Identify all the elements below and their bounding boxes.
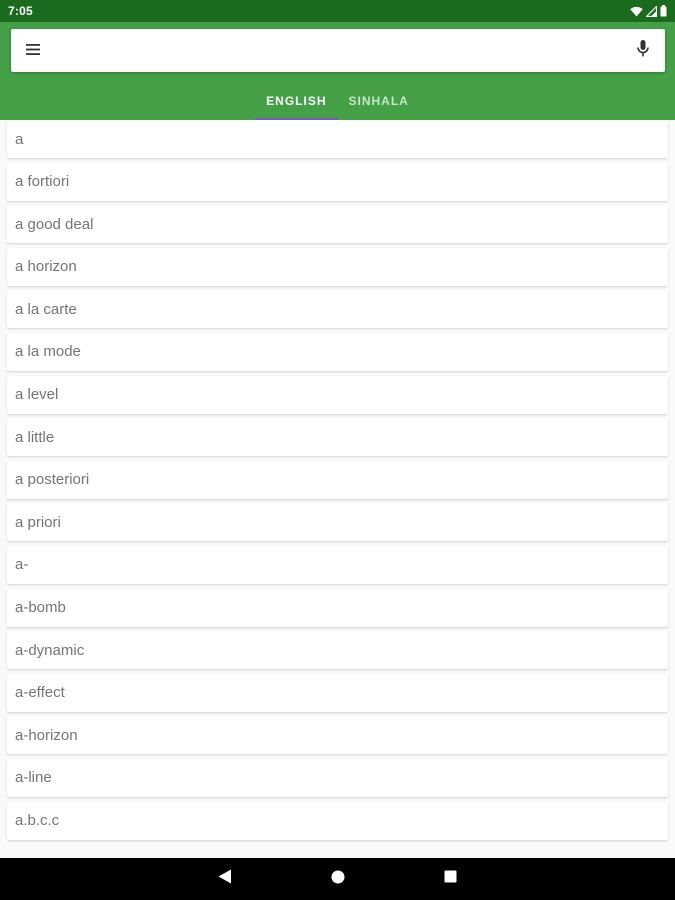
recents-icon <box>444 870 457 888</box>
mic-button[interactable] <box>621 29 665 72</box>
list-item[interactable]: a-line <box>7 758 668 797</box>
word-label: a posteriori <box>15 471 90 489</box>
list-item[interactable]: a la mode <box>7 332 668 371</box>
list-item[interactable]: a priori <box>7 503 668 542</box>
word-label: a-dynamic <box>15 641 85 659</box>
word-label: a good deal <box>15 215 94 233</box>
list-item[interactable]: a <box>7 120 668 158</box>
signal-icon <box>646 5 657 17</box>
battery-icon <box>660 5 667 17</box>
word-label: a little <box>15 428 55 446</box>
word-label: a- <box>15 556 29 574</box>
recents-button[interactable] <box>438 867 462 891</box>
list-item[interactable]: a- <box>7 545 668 584</box>
back-icon <box>218 869 232 889</box>
word-label: a-effect <box>15 684 65 702</box>
list-item[interactable]: a level <box>7 375 668 414</box>
list-item[interactable]: a horizon <box>7 247 668 286</box>
list-item[interactable]: a little <box>7 418 668 457</box>
word-label: a-line <box>15 769 52 787</box>
menu-icon <box>26 42 40 60</box>
word-label: a-horizon <box>15 726 78 744</box>
status-time: 7:05 <box>8 4 33 18</box>
list-item[interactable]: a-horizon <box>7 716 668 755</box>
tab-english[interactable]: ENGLISH <box>255 82 338 120</box>
tab-sinhala[interactable]: SINHALA <box>338 82 420 120</box>
search-input[interactable] <box>55 29 621 72</box>
language-tabs: ENGLISH SINHALA <box>0 82 675 120</box>
screen: 7:05 ENGLISH SINHALA a a fortiori a good… <box>0 0 675 900</box>
app-bar: ENGLISH SINHALA <box>0 22 675 120</box>
mic-icon <box>637 39 649 62</box>
word-label: a la carte <box>15 300 77 318</box>
list-item[interactable]: a good deal <box>7 205 668 244</box>
list-item[interactable]: a fortiori <box>7 162 668 201</box>
menu-button[interactable] <box>11 29 55 72</box>
list-item[interactable]: a la carte <box>7 290 668 329</box>
list-item[interactable]: a-effect <box>7 673 668 712</box>
word-label: a fortiori <box>15 173 70 191</box>
tab-label: SINHALA <box>348 94 409 108</box>
home-icon <box>331 870 345 889</box>
word-label: a la mode <box>15 343 81 361</box>
tab-label: ENGLISH <box>266 94 327 108</box>
home-button[interactable] <box>326 867 350 891</box>
list-item[interactable]: a-bomb <box>7 588 668 627</box>
word-label: a priori <box>15 513 61 531</box>
list-item[interactable]: a.b.c.c <box>7 801 668 840</box>
status-icons <box>630 5 667 17</box>
status-bar: 7:05 <box>0 0 675 22</box>
search-bar <box>11 29 665 72</box>
list-item[interactable]: a-dynamic <box>7 631 668 670</box>
navigation-bar <box>0 858 675 900</box>
word-label: a-bomb <box>15 599 66 617</box>
word-label: a horizon <box>15 258 77 276</box>
wifi-icon <box>630 6 643 17</box>
list-item[interactable]: a posteriori <box>7 460 668 499</box>
word-label: a level <box>15 386 59 404</box>
word-label: a <box>15 130 24 148</box>
word-list[interactable]: a a fortiori a good deal a horizon a la … <box>0 120 675 858</box>
back-button[interactable] <box>213 867 237 891</box>
word-label: a.b.c.c <box>15 812 60 829</box>
